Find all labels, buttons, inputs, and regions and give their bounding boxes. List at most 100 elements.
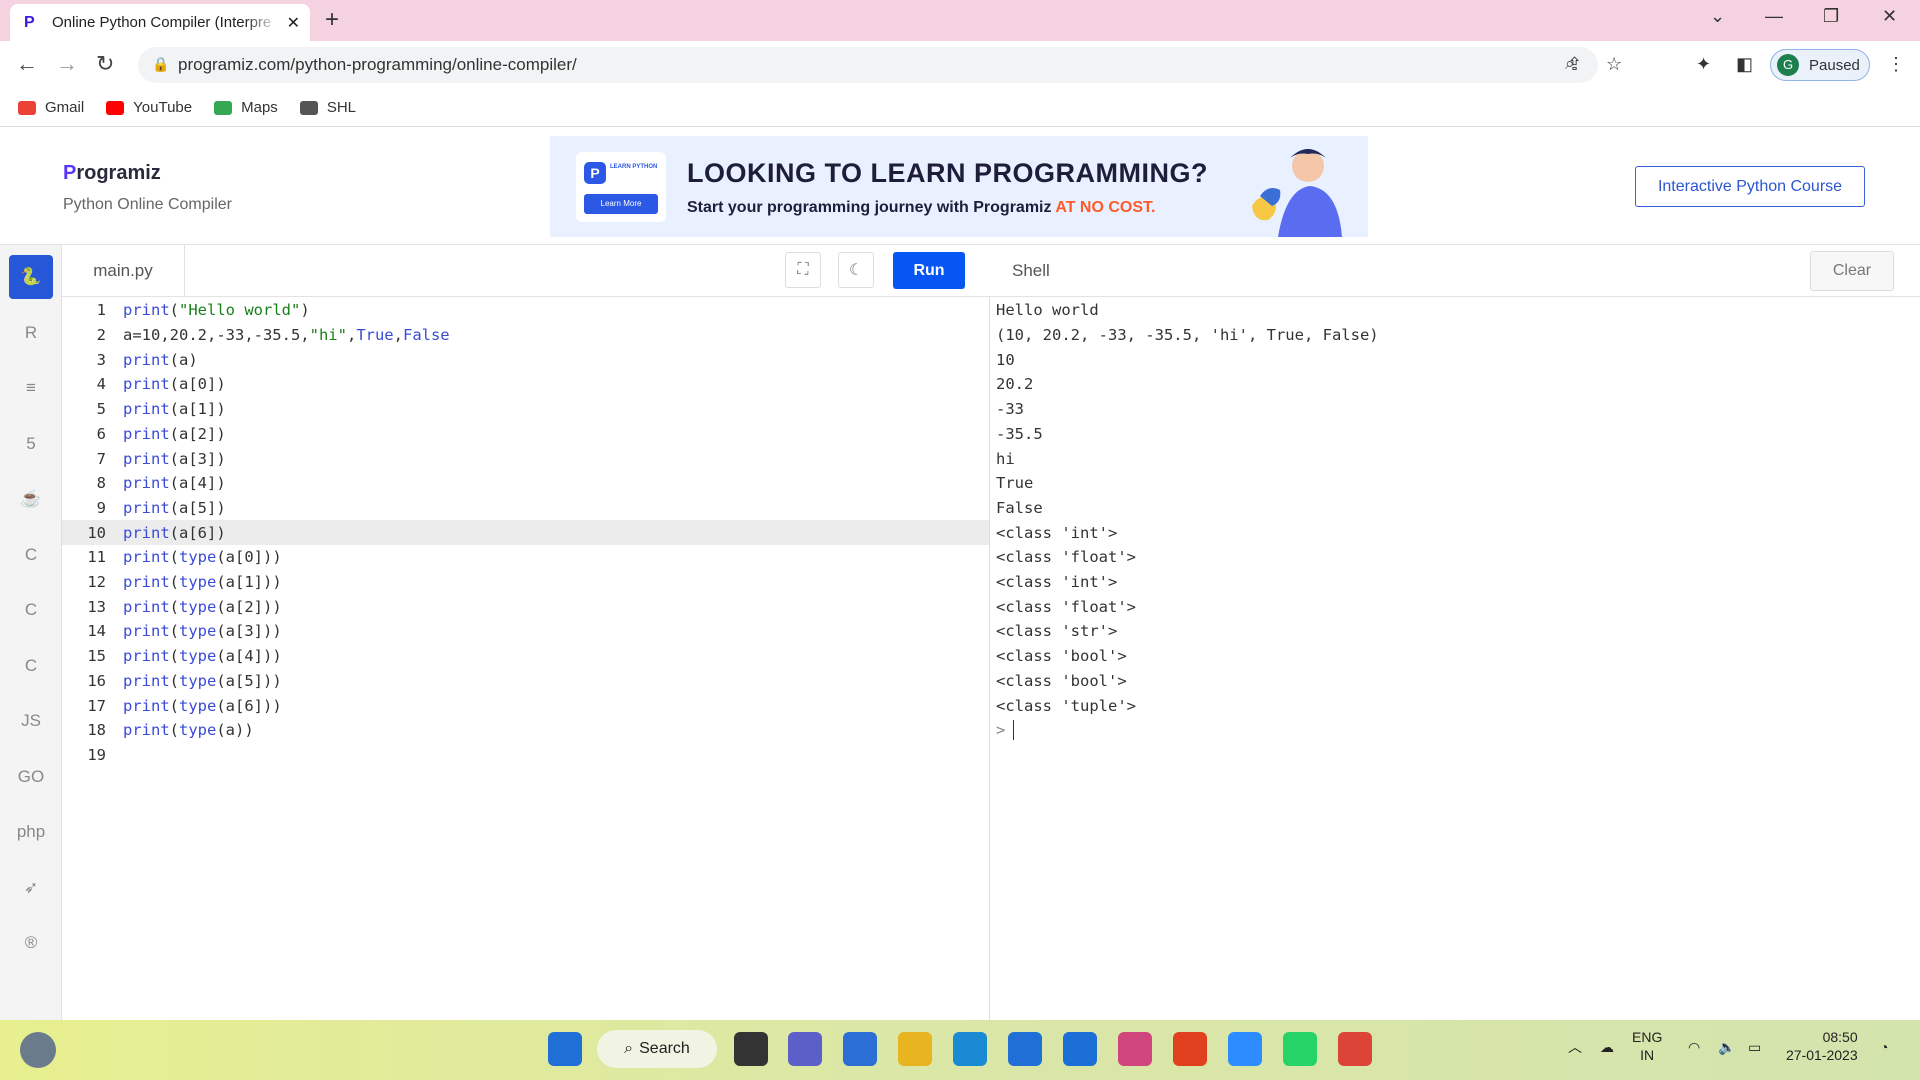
code-text[interactable]: print(a[5]): [123, 499, 226, 517]
code-text[interactable]: print(a[3]): [123, 450, 226, 468]
app-square-icon[interactable]: [1118, 1032, 1152, 1066]
python-icon[interactable]: 🐍: [9, 255, 53, 299]
code-text[interactable]: print(type(a[5])): [123, 672, 282, 690]
code-line[interactable]: 1 print("Hello world"): [62, 298, 989, 323]
fullscreen-icon[interactable]: ⛶: [785, 252, 821, 288]
code-text[interactable]: print(a): [123, 351, 198, 369]
code-line[interactable]: 5 print(a[1]): [62, 397, 989, 422]
code-line[interactable]: 14 print(type(a[3])): [62, 619, 989, 644]
code-line[interactable]: 9 print(a[5]): [62, 496, 989, 521]
code-line[interactable]: 10 print(a[6]): [62, 520, 989, 545]
csharp-icon[interactable]: C: [9, 643, 53, 688]
task-view-icon[interactable]: [734, 1032, 768, 1066]
ad-banner[interactable]: P LEARN PYTHON Learn More LOOKING TO LEA…: [550, 136, 1368, 237]
code-line[interactable]: 12 print(type(a[1])): [62, 570, 989, 595]
restore-icon[interactable]: ❐: [1823, 6, 1839, 27]
js-icon[interactable]: JS: [9, 699, 53, 743]
battery-icon[interactable]: ▭: [1748, 1038, 1761, 1056]
dark-mode-icon[interactable]: ☾: [838, 252, 874, 288]
go-icon[interactable]: GO: [9, 754, 53, 799]
c-icon[interactable]: C: [9, 532, 53, 577]
r-icon[interactable]: R: [9, 310, 53, 355]
store-icon[interactable]: [843, 1032, 877, 1066]
cpp-icon[interactable]: C: [9, 588, 53, 632]
php-icon[interactable]: php: [9, 810, 53, 854]
code-line[interactable]: 6 print(a[2]): [62, 422, 989, 447]
code-text[interactable]: print(type(a[0])): [123, 548, 282, 566]
lock-icon[interactable]: 🔒: [152, 56, 169, 73]
clock[interactable]: 08:50 27-01-2023: [1786, 1028, 1858, 1064]
edge-icon[interactable]: [953, 1032, 987, 1066]
code-text[interactable]: print(type(a[2])): [123, 598, 282, 616]
close-window-icon[interactable]: ✕: [1882, 6, 1897, 27]
code-text[interactable]: print(a[1]): [123, 400, 226, 418]
tab-search-icon[interactable]: ⌄: [1710, 6, 1725, 27]
language-indicator[interactable]: ENG IN: [1632, 1028, 1662, 1064]
code-line[interactable]: 13 print(type(a[2])): [62, 594, 989, 619]
teams-icon[interactable]: [788, 1032, 822, 1066]
rust-icon[interactable]: ®: [9, 921, 53, 965]
widgets-icon[interactable]: [20, 1032, 56, 1068]
bookmark-youtube[interactable]: YouTube: [106, 99, 192, 116]
back-icon[interactable]: ←: [16, 51, 38, 77]
url-text[interactable]: programiz.com/python-programming/online-…: [178, 55, 577, 75]
onedrive-icon[interactable]: ☁: [1600, 1038, 1614, 1056]
bookmark-maps[interactable]: Maps: [214, 99, 278, 116]
notifications-icon[interactable]: ◔: [1880, 1038, 1888, 1056]
bookmark-gmail[interactable]: Gmail: [18, 99, 84, 116]
code-text[interactable]: print(type(a[1])): [123, 573, 282, 591]
code-text[interactable]: print(a[6]): [123, 524, 226, 542]
shell-output[interactable]: Hello world (10, 20.2, -33, -35.5, 'hi', …: [990, 297, 1920, 1020]
code-text[interactable]: print(a[0]): [123, 375, 226, 393]
browser-tab[interactable]: P Online Python Compiler (Interpre ✕: [10, 4, 310, 41]
code-line[interactable]: 7 print(a[3]): [62, 446, 989, 471]
new-tab-icon[interactable]: +: [325, 6, 339, 34]
java-icon[interactable]: ☕: [9, 477, 53, 521]
side-panel-icon[interactable]: ◧: [1736, 54, 1753, 75]
programiz-logo[interactable]: Programiz: [63, 162, 161, 185]
code-line[interactable]: 15 print(type(a[4])): [62, 644, 989, 669]
minimize-icon[interactable]: —: [1765, 6, 1783, 27]
code-text[interactable]: print(type(a[3])): [123, 622, 282, 640]
code-text[interactable]: print(type(a)): [123, 721, 254, 739]
code-line[interactable]: 18 print(type(a)): [62, 718, 989, 743]
l-app-icon[interactable]: [1063, 1032, 1097, 1066]
start-icon[interactable]: [548, 1032, 582, 1066]
swift-icon[interactable]: ➶: [9, 865, 53, 910]
code-line[interactable]: 2 a=10,20.2,-33,-35.5,"hi",True,False: [62, 323, 989, 348]
code-line[interactable]: 11 print(type(a[0])): [62, 545, 989, 570]
run-button[interactable]: Run: [893, 252, 965, 289]
html-icon[interactable]: 5: [9, 421, 53, 466]
bookmark-star-icon[interactable]: ☆: [1606, 54, 1622, 75]
reload-icon[interactable]: ↻: [96, 51, 114, 77]
code-text[interactable]: print(a[2]): [123, 425, 226, 443]
share-icon[interactable]: ⇪: [1567, 54, 1582, 75]
bookmark-shl[interactable]: SHL: [299, 99, 356, 116]
clear-button[interactable]: Clear: [1810, 251, 1894, 291]
chrome-icon[interactable]: [1338, 1032, 1372, 1066]
profile-button[interactable]: G Paused: [1770, 49, 1870, 81]
code-text[interactable]: print(a[4]): [123, 474, 226, 492]
address-bar[interactable]: 🔒 programiz.com/python-programming/onlin…: [138, 47, 1598, 83]
mail-icon[interactable]: [1008, 1032, 1042, 1066]
code-editor[interactable]: 1 print("Hello world") 2 a=10,20.2,-33,-35.…: [62, 297, 990, 1020]
wifi-icon[interactable]: ◠: [1688, 1038, 1700, 1056]
code-text[interactable]: a=10,20.2,-33,-35.5,"hi",True,False: [123, 326, 450, 344]
extensions-icon[interactable]: ✦: [1696, 54, 1711, 75]
code-line[interactable]: 8 print(a[4]): [62, 471, 989, 496]
whatsapp-icon[interactable]: [1283, 1032, 1317, 1066]
interactive-course-button[interactable]: Interactive Python Course: [1635, 166, 1865, 207]
code-line[interactable]: 16 print(type(a[5])): [62, 669, 989, 694]
zoom-icon[interactable]: [1228, 1032, 1262, 1066]
code-line[interactable]: 19: [62, 743, 989, 768]
close-tab-icon[interactable]: ✕: [287, 13, 300, 33]
code-line[interactable]: 4 print(a[0]): [62, 372, 989, 397]
shell-prompt-line[interactable]: >: [996, 718, 1015, 743]
code-text[interactable]: print(type(a[4])): [123, 647, 282, 665]
file-explorer-icon[interactable]: [898, 1032, 932, 1066]
code-text[interactable]: print("Hello world"): [123, 301, 310, 319]
sql-icon[interactable]: ≡: [9, 366, 53, 410]
code-text[interactable]: print(type(a[6])): [123, 697, 282, 715]
code-line[interactable]: 17 print(type(a[6])): [62, 693, 989, 718]
show-hidden-icons-icon[interactable]: ︿: [1568, 1038, 1582, 1056]
